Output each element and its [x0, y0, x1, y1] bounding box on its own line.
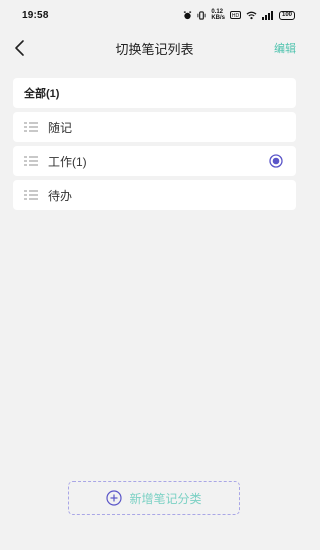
list-item-category[interactable]: 待办	[13, 180, 296, 210]
list-item-category[interactable]: 随记	[13, 112, 296, 142]
list-item-label: 随记	[48, 120, 73, 135]
status-icons: 0.12 KB/s HD 100	[183, 9, 295, 21]
list-item-label: 待办	[48, 188, 73, 203]
network-speed: 0.12 KB/s	[211, 9, 225, 21]
status-time: 19:58	[22, 9, 49, 21]
list-item-label: 工作(1)	[48, 154, 87, 169]
vibrate-icon	[197, 10, 206, 20]
list-icon	[24, 156, 38, 166]
edit-button[interactable]: 编辑	[274, 40, 296, 56]
back-arrow-icon[interactable]	[10, 38, 30, 58]
list-item-all[interactable]: 全部(1)	[13, 78, 296, 108]
add-category-button[interactable]: 新增笔记分类	[68, 481, 240, 515]
signal-icon	[261, 10, 273, 20]
list-item-category[interactable]: 工作(1)	[13, 146, 296, 176]
svg-text:HD: HD	[232, 13, 240, 19]
hd-icon: HD	[229, 11, 241, 19]
status-bar: 19:58 0.12 KB/s HD 100	[0, 0, 309, 30]
nav-bar: 切换笔记列表 编辑	[0, 30, 309, 66]
list-icon	[24, 190, 38, 200]
page-title: 切换笔记列表	[115, 41, 194, 57]
list-item-label: 全部(1)	[24, 88, 60, 100]
add-category-label: 新增笔记分类	[129, 491, 202, 506]
battery-icon: 100	[278, 10, 295, 20]
selected-radio-icon[interactable]	[269, 154, 283, 168]
list-icon	[24, 122, 38, 132]
plus-circle-icon	[106, 490, 123, 506]
wifi-icon	[246, 11, 257, 19]
alarm-icon	[184, 10, 192, 19]
